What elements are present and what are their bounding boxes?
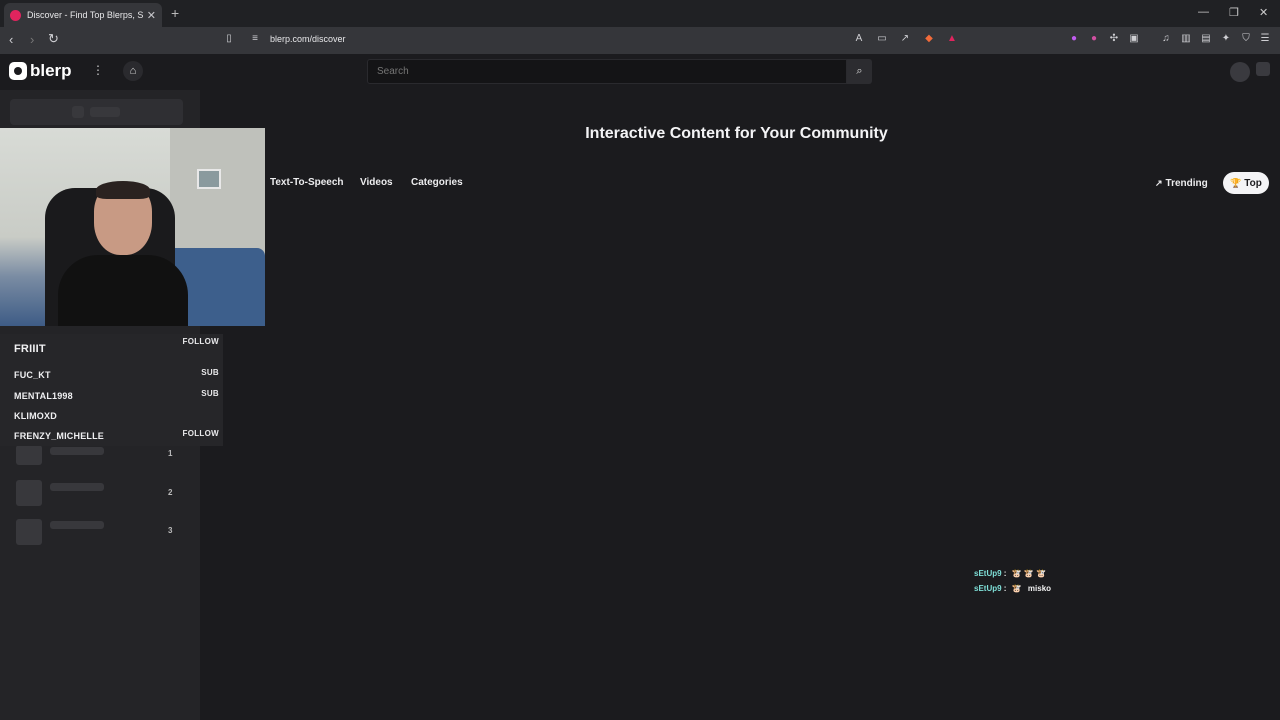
translate-icon[interactable]: A xyxy=(853,33,865,45)
placeholder-text xyxy=(90,107,120,117)
sort-top-label: Top xyxy=(1244,178,1262,189)
list-item-tag: FOLLOW xyxy=(182,429,219,438)
webcam-person-hair xyxy=(96,181,150,199)
chat-separator: : xyxy=(1003,569,1007,578)
rank-number: 2 xyxy=(168,488,173,497)
webcam-overlay xyxy=(0,128,265,326)
placeholder-text xyxy=(50,447,104,455)
rank-number: 1 xyxy=(168,449,173,458)
browser-tab[interactable]: Discover - Find Top Blerps, Strea ✕ xyxy=(4,3,162,27)
webcam-person xyxy=(58,181,188,326)
sidebar-toggle-icon[interactable]: ▥ xyxy=(1180,33,1192,45)
brave-rewards-icon[interactable]: ▲ xyxy=(946,33,958,45)
reload-icon[interactable]: ↻ xyxy=(48,31,59,47)
list-item: MENTAL1998 xyxy=(14,391,73,401)
sort-top[interactable]: 🏆 Top xyxy=(1223,172,1269,194)
back-icon[interactable]: ‹ xyxy=(9,32,13,47)
bookmark-icon[interactable]: ▯ xyxy=(223,33,235,45)
chat-emotes: 🐮 🐮 🐮 xyxy=(1011,569,1047,578)
webcam-picture-frame xyxy=(197,169,221,189)
placeholder-thumb xyxy=(16,519,42,545)
page-title: Interactive Content for Your Community xyxy=(585,125,888,142)
restore-icon[interactable]: ❐ xyxy=(1229,6,1239,19)
rank-number: 3 xyxy=(168,526,173,535)
blerp-logo-icon xyxy=(9,62,27,80)
placeholder-thumb xyxy=(16,480,42,506)
chat-username: sEtUp9 xyxy=(974,569,1002,578)
forward-icon[interactable]: › xyxy=(30,32,34,47)
sort-trending-label: Trending xyxy=(1165,178,1208,189)
minimize-icon[interactable]: — xyxy=(1198,6,1209,18)
more-options-icon[interactable]: ⋮ xyxy=(92,63,104,77)
blerp-favicon-icon xyxy=(10,9,21,21)
home-icon[interactable]: ⌂ xyxy=(123,61,143,81)
search-input[interactable] xyxy=(367,59,847,84)
trending-icon: ↗ xyxy=(1155,178,1163,188)
music-icon[interactable]: ♫ xyxy=(1160,33,1172,45)
chat-separator: : xyxy=(1003,584,1007,593)
site-info-icon[interactable]: ≡ xyxy=(249,33,261,45)
search-icon[interactable]: ⌕ xyxy=(847,59,872,84)
menu-icon[interactable]: ☰ xyxy=(1259,33,1271,45)
list-item: FRENZY_MICHELLE xyxy=(14,431,105,441)
notification-icon[interactable] xyxy=(1256,62,1270,76)
cast-icon[interactable]: ▭ xyxy=(876,33,888,45)
list-item-tag: FOLLOW xyxy=(182,337,219,346)
share-icon[interactable]: ↗ xyxy=(899,33,911,45)
avatar[interactable] xyxy=(1230,62,1250,82)
placeholder-icon xyxy=(72,106,84,118)
extension-2-icon[interactable]: ● xyxy=(1088,33,1100,45)
filter-categories[interactable]: Categories xyxy=(404,172,470,194)
close-window-icon[interactable]: ✕ xyxy=(1259,6,1268,19)
filter-text-to-speech[interactable]: Text-To-Speech xyxy=(263,172,351,194)
extension-3-icon[interactable]: ▣ xyxy=(1128,33,1140,45)
list-item-tag: SUB xyxy=(201,389,219,398)
filter-videos[interactable]: Videos xyxy=(353,172,400,194)
puzzle-icon[interactable]: ✣ xyxy=(1108,33,1120,45)
leo-ai-icon[interactable]: ✦ xyxy=(1220,33,1232,45)
list-item: FRIIIT xyxy=(14,343,46,355)
logo-text: blerp xyxy=(30,61,72,80)
address-bar[interactable]: blerp.com/discover xyxy=(270,34,346,44)
chat-text: misko xyxy=(1027,584,1052,593)
vpn-icon[interactable]: ⛉ xyxy=(1240,33,1252,45)
wallet-icon[interactable]: ▤ xyxy=(1200,33,1212,45)
chat-message: sEtUp9 : 🐮 misko xyxy=(974,584,1051,593)
viewer-list: FRIIIT FOLLOW FUC_KT SUB MENTAL1998 SUB … xyxy=(0,334,223,446)
placeholder-text xyxy=(50,483,104,491)
list-item: KLIMOXD xyxy=(14,411,57,421)
browser-tab-bar: Discover - Find Top Blerps, Strea ✕ + — … xyxy=(0,0,1280,27)
blerp-logo[interactable]: blerp xyxy=(9,61,72,81)
chat-emotes: 🐮 xyxy=(1011,584,1022,593)
list-item-tag: SUB xyxy=(201,368,219,377)
placeholder-text xyxy=(50,521,104,529)
new-tab-icon[interactable]: + xyxy=(171,5,179,21)
chat-username: sEtUp9 xyxy=(974,584,1002,593)
close-tab-icon[interactable]: ✕ xyxy=(147,9,156,22)
extension-icon[interactable]: ● xyxy=(1068,33,1080,45)
tab-title: Discover - Find Top Blerps, Strea xyxy=(27,10,143,20)
placeholder-thumb xyxy=(16,445,42,465)
list-item: FUC_KT xyxy=(14,370,51,380)
webcam-person-body xyxy=(58,255,188,326)
brave-shield-icon[interactable]: ◆ xyxy=(923,33,935,45)
chat-message: sEtUp9 : 🐮 🐮 🐮 xyxy=(974,569,1050,578)
sort-trending[interactable]: ↗ Trending xyxy=(1148,172,1215,194)
trophy-icon: 🏆 xyxy=(1230,178,1242,188)
